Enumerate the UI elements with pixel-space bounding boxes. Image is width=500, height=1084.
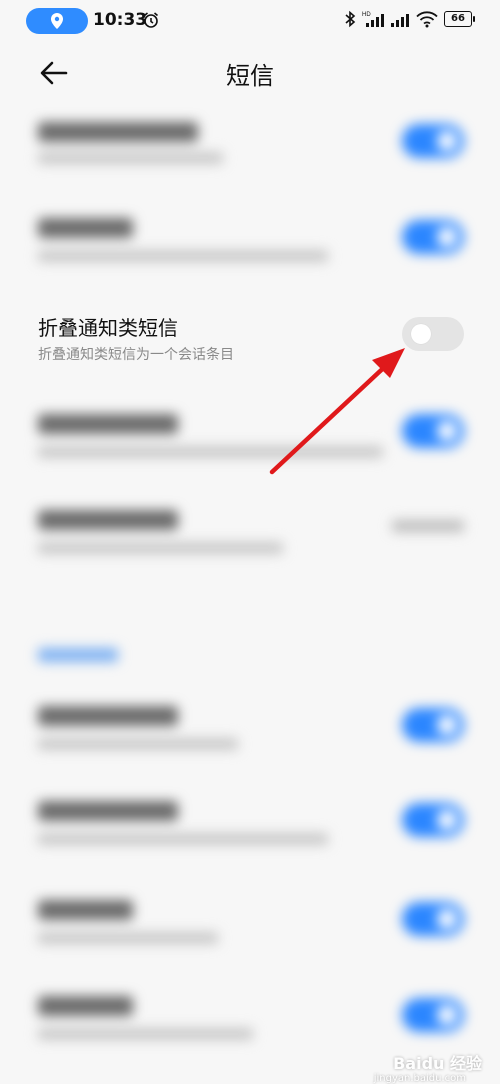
watermark-url: jingyan.baidu.com [373, 1073, 466, 1084]
watermark-logo: Baidu 经验 [393, 1054, 482, 1073]
alarm-icon [143, 12, 159, 28]
status-time: 10:33 [93, 10, 148, 30]
row-title: 折叠通知类短信 [38, 316, 178, 340]
battery-indicator: 66 [444, 11, 475, 27]
svg-text:HD: HD [362, 12, 371, 18]
settings-row-2[interactable] [0, 194, 500, 284]
app-header: 短信 [0, 44, 500, 104]
fold-notifications-toggle[interactable] [402, 317, 464, 351]
page-title: 短信 [226, 62, 274, 90]
settings-row-7[interactable] [0, 785, 500, 875]
wifi-icon [416, 11, 438, 28]
signal-icon [391, 14, 409, 27]
settings-row-6[interactable] [0, 688, 500, 778]
status-icons: HD 66 [344, 10, 475, 28]
location-pin-icon [51, 13, 63, 29]
toggle-knob [411, 324, 431, 344]
row-subtitle: 折叠通知类短信为一个会话条目 [38, 347, 234, 363]
bluetooth-icon [345, 10, 356, 28]
settings-row-4[interactable] [0, 394, 500, 484]
settings-row-1[interactable] [0, 104, 500, 194]
settings-row-5[interactable] [0, 494, 500, 584]
settings-row-fold-notifications[interactable]: 折叠通知类短信 折叠通知类短信为一个会话条目 [0, 294, 500, 384]
settings-row-8[interactable] [0, 882, 500, 972]
location-indicator [26, 8, 88, 34]
signal-hd-icon: HD [362, 12, 384, 27]
status-bar: 10:33 HD 66 [0, 0, 500, 44]
